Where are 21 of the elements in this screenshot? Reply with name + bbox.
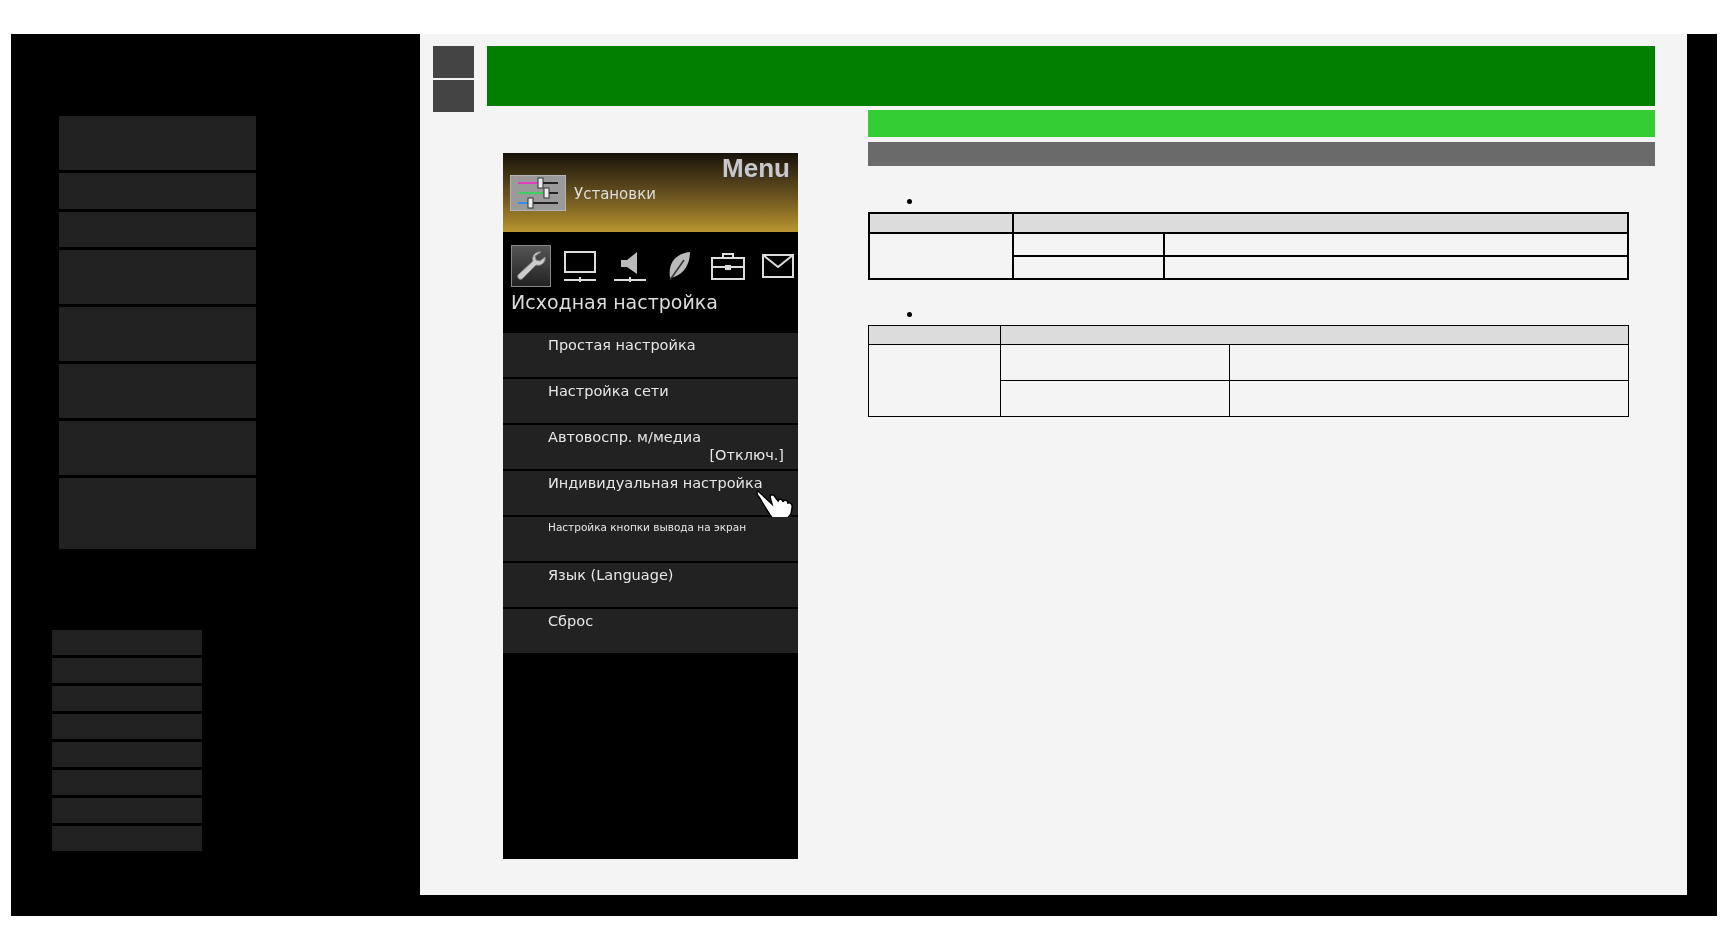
menu-item[interactable]: Простая настройка bbox=[503, 333, 798, 377]
item-value: [Отключ.] bbox=[709, 447, 784, 463]
sliders-icon bbox=[510, 174, 566, 211]
section-heading: Исходная настройка bbox=[511, 291, 718, 313]
menu-item[interactable]: Автовоспр. м/медиа [Отключ.] bbox=[503, 425, 798, 469]
menu-item[interactable]: Сброс bbox=[503, 609, 798, 653]
bullet-icon bbox=[907, 198, 912, 204]
wrench-icon bbox=[514, 249, 549, 283]
bullet-icon bbox=[907, 311, 912, 317]
leaf-icon bbox=[666, 250, 693, 282]
menu-item[interactable]: Индивидуальная настройка bbox=[503, 471, 798, 515]
menu-item[interactable]: Язык (Language) bbox=[503, 563, 798, 607]
speaker-icon bbox=[612, 249, 647, 283]
menu-item[interactable]: Настройка сети bbox=[503, 379, 798, 423]
menu-title: Menu bbox=[722, 153, 790, 184]
menu-tab[interactable] bbox=[511, 245, 552, 287]
category-label: Установки bbox=[574, 184, 656, 203]
menu-item[interactable]: Настройка кнопки вывода на экран bbox=[503, 517, 798, 561]
briefcase-icon bbox=[711, 251, 746, 281]
envelope-icon bbox=[761, 254, 794, 278]
monitor-icon bbox=[563, 249, 598, 283]
